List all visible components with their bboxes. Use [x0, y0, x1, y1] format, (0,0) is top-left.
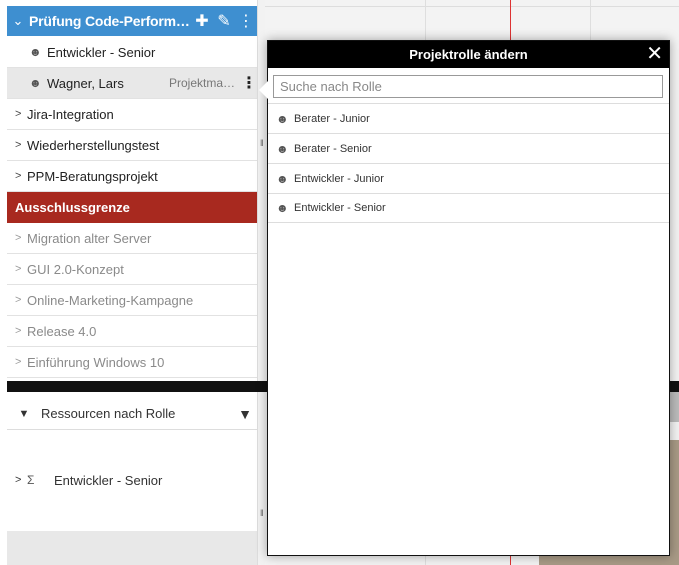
- project-label: Wiederherstellungstest: [27, 137, 160, 153]
- role-option[interactable]: ☻ Entwickler - Junior: [268, 163, 669, 193]
- excluded-project-row[interactable]: > Einführung Windows 10: [7, 347, 257, 378]
- filter-icon[interactable]: ▼: [233, 406, 257, 422]
- project-label: PPM-Beratungsprojekt: [27, 168, 158, 184]
- chevron-right-icon[interactable]: >: [7, 294, 27, 306]
- chevron-right-icon[interactable]: >: [7, 325, 27, 337]
- project-panel: ⌄ Prüfung Code-Performa… ✚ ✎ ⋮ ☻ Entwick…: [0, 0, 263, 565]
- splitter-grip-icon[interactable]: ‖: [260, 138, 264, 148]
- resources-title: Ressourcen nach Rolle: [41, 406, 176, 421]
- project-header[interactable]: ⌄ Prüfung Code-Performa… ✚ ✎ ⋮: [7, 6, 257, 36]
- person-outline-icon: ☻: [29, 45, 42, 59]
- role-option[interactable]: ☻ Entwickler - Senior: [268, 193, 669, 223]
- role-option[interactable]: ☻ Berater - Senior: [268, 133, 669, 163]
- kebab-icon[interactable]: ⋮: [235, 11, 257, 31]
- project-row[interactable]: > Jira-Integration: [7, 99, 257, 130]
- resource-role: Projektman…: [169, 76, 241, 90]
- chevron-right-icon[interactable]: >: [7, 356, 27, 368]
- person-outline-icon: ☻: [276, 141, 289, 156]
- chevron-right-icon[interactable]: >: [7, 263, 27, 275]
- project-label: Migration alter Server: [27, 230, 152, 246]
- excluded-project-row[interactable]: > Release 4.0: [7, 316, 257, 347]
- project-row[interactable]: > PPM-Beratungsprojekt: [7, 161, 257, 192]
- project-label: Online-Marketing-Kampagne: [27, 292, 194, 308]
- project-title[interactable]: Prüfung Code-Performa…: [29, 13, 191, 29]
- gantt-top-line: [265, 6, 679, 7]
- row-kebab-icon[interactable]: ⋮: [241, 73, 257, 93]
- splitter-grip-icon[interactable]: ‖: [260, 508, 264, 518]
- chevron-right-icon[interactable]: >: [7, 232, 27, 244]
- project-label: Release 4.0: [27, 323, 97, 339]
- role-option-label: Entwickler - Senior: [294, 202, 386, 214]
- role-option-label: Entwickler - Junior: [294, 172, 384, 185]
- role-option-list: ☻ Berater - Junior ☻ Berater - Senior ☻ …: [268, 103, 669, 223]
- excluded-project-row[interactable]: > GUI 2.0-Konzept: [7, 254, 257, 285]
- chevron-down-icon[interactable]: ⌄: [7, 13, 29, 29]
- triangle-down-icon[interactable]: ▼: [7, 408, 41, 420]
- resource-name: Wagner, Lars: [47, 75, 124, 91]
- project-label: Jira-Integration: [27, 106, 114, 122]
- exclusion-boundary: Ausschlussgrenze: [7, 192, 257, 223]
- chevron-right-icon[interactable]: >: [7, 139, 27, 151]
- role-label: Entwickler - Senior: [47, 44, 156, 60]
- dialog-pointer: [259, 81, 268, 99]
- change-role-dialog: Projektrolle ändern ✕ ☻ Berater - Junior…: [259, 40, 670, 556]
- close-icon[interactable]: ✕: [646, 43, 663, 65]
- project-label: GUI 2.0-Konzept: [27, 261, 124, 277]
- excluded-project-row[interactable]: > Online-Marketing-Kampagne: [7, 285, 257, 316]
- chevron-right-icon[interactable]: >: [7, 108, 27, 120]
- plus-icon[interactable]: ✚: [191, 11, 213, 31]
- role-search-input[interactable]: [273, 75, 663, 98]
- project-label: Einführung Windows 10: [27, 354, 165, 370]
- panel-footer: [7, 531, 257, 565]
- person-outline-icon: ☻: [276, 201, 289, 215]
- chevron-right-icon[interactable]: >: [7, 170, 27, 182]
- pencil-icon[interactable]: ✎: [213, 11, 235, 31]
- person-outline-icon: ☻: [276, 111, 289, 126]
- role-option-label: Berater - Junior: [294, 112, 370, 125]
- resource-group-row[interactable]: > Σ Entwickler - Senior: [7, 468, 257, 492]
- person-icon: ☻: [29, 76, 42, 90]
- role-option[interactable]: ☻ Berater - Junior: [268, 103, 669, 133]
- chevron-right-icon[interactable]: >: [7, 474, 27, 486]
- dialog-title: Projektrolle ändern: [409, 47, 528, 62]
- project-row[interactable]: > Wiederherstellungstest: [7, 130, 257, 161]
- resources-header[interactable]: ▼ Ressourcen nach Rolle ▼: [7, 398, 257, 430]
- role-sum-icon: Σ: [27, 473, 35, 487]
- role-assignment-row[interactable]: ☻ Entwickler - Senior: [7, 37, 257, 68]
- dialog-header: Projektrolle ändern ✕: [268, 41, 669, 68]
- person-outline-icon: ☻: [276, 171, 289, 186]
- resource-group-label: Entwickler - Senior: [54, 472, 163, 488]
- role-option-label: Berater - Senior: [294, 142, 372, 155]
- excluded-project-row[interactable]: > Migration alter Server: [7, 223, 257, 254]
- resource-assignment-row[interactable]: ☻ Wagner, Lars Projektman… ⋮: [7, 68, 257, 99]
